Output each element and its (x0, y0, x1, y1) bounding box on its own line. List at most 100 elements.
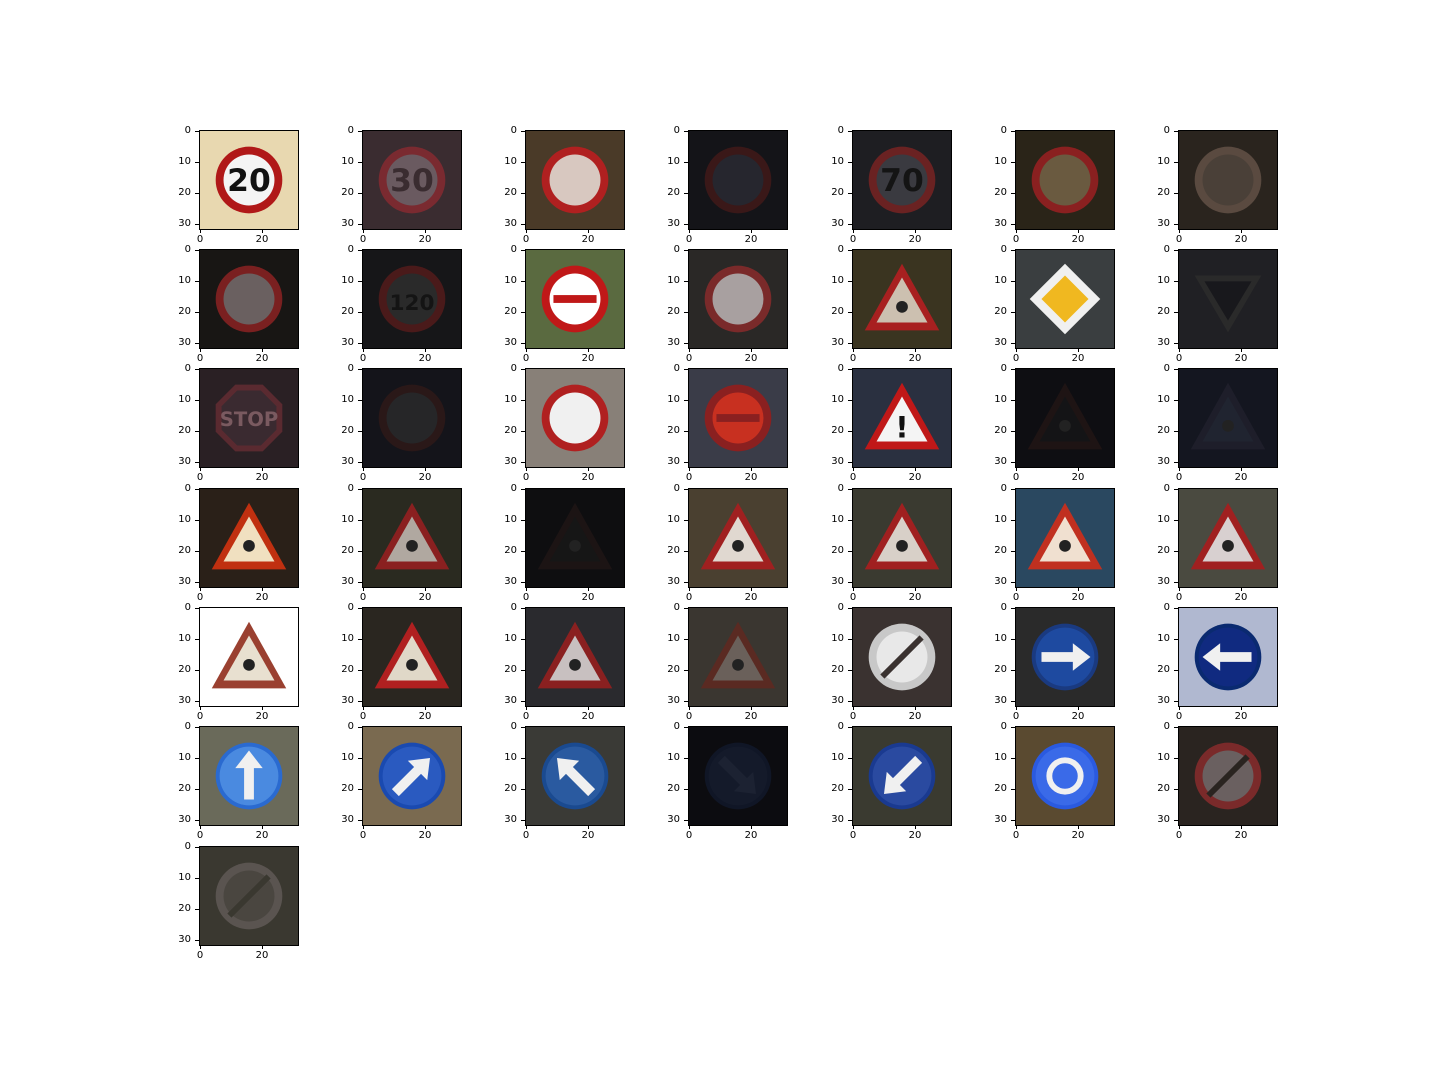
y-tick-label: 0 (334, 483, 362, 494)
y-tick-label: 10 (987, 752, 1015, 763)
sign-image (362, 368, 462, 468)
y-tick-label: 20 (987, 187, 1015, 198)
sign-thumbnail: STOP (199, 368, 299, 468)
y-tick-label: 30 (1150, 695, 1178, 706)
x-tick-label: 0 (353, 467, 373, 483)
sign-image (525, 488, 625, 588)
x-tick-label: 0 (1169, 467, 1189, 483)
x-tick-label: 20 (1231, 348, 1251, 364)
y-tick-label: 10 (171, 872, 199, 883)
y-tick-label: 30 (334, 337, 362, 348)
x-tick-label: 0 (843, 706, 863, 722)
x-tick-label: 0 (679, 348, 699, 364)
sign-image (1178, 488, 1278, 588)
sign-thumbnail (688, 607, 788, 707)
sign-thumbnail (1178, 130, 1278, 230)
sign-image (1178, 607, 1278, 707)
y-tick-label: 10 (824, 275, 852, 286)
y-tick-label: 0 (497, 244, 525, 255)
y-tick-label: 30 (987, 814, 1015, 825)
sign-thumbnail (1178, 249, 1278, 349)
x-tick-label: 0 (1006, 467, 1026, 483)
svg-text:STOP: STOP (220, 408, 279, 431)
sign-thumbnail (362, 607, 462, 707)
y-tick-label: 20 (660, 783, 688, 794)
x-tick-label: 0 (516, 348, 536, 364)
y-tick-label: 0 (824, 125, 852, 136)
y-tick-label: 10 (1150, 514, 1178, 525)
x-tick-label: 20 (415, 348, 435, 364)
x-tick-label: 20 (415, 706, 435, 722)
sign-thumbnail (852, 249, 952, 349)
x-tick-label: 0 (1169, 348, 1189, 364)
y-tick-label: 20 (824, 664, 852, 675)
x-tick-label: 0 (1006, 825, 1026, 841)
sign-image: 120 (362, 249, 462, 349)
y-tick-label: 0 (1150, 125, 1178, 136)
y-tick-label: 0 (334, 244, 362, 255)
y-tick-label: 20 (660, 425, 688, 436)
y-tick-label: 20 (1150, 545, 1178, 556)
y-tick-label: 10 (334, 156, 362, 167)
sign-thumbnail (1015, 488, 1115, 588)
y-tick-label: 20 (660, 545, 688, 556)
x-tick-label: 20 (905, 229, 925, 245)
y-tick-label: 10 (824, 752, 852, 763)
x-tick-label: 0 (679, 587, 699, 603)
sign-thumbnail (199, 249, 299, 349)
sign-image (199, 846, 299, 946)
y-tick-label: 20 (334, 425, 362, 436)
y-tick-label: 20 (334, 545, 362, 556)
y-tick-label: 10 (987, 275, 1015, 286)
y-tick-label: 20 (497, 664, 525, 675)
x-tick-label: 0 (516, 467, 536, 483)
y-tick-label: 0 (824, 721, 852, 732)
y-tick-label: 0 (334, 602, 362, 613)
x-tick-label: 0 (1006, 587, 1026, 603)
y-tick-label: 0 (824, 483, 852, 494)
sign-thumbnail: 70 (852, 130, 952, 230)
y-tick-label: 10 (824, 394, 852, 405)
y-tick-label: 10 (987, 156, 1015, 167)
sign-image (1178, 368, 1278, 468)
y-tick-label: 20 (334, 187, 362, 198)
y-tick-label: 10 (497, 752, 525, 763)
y-tick-label: 20 (660, 664, 688, 675)
y-tick-label: 10 (334, 394, 362, 405)
x-tick-label: 20 (741, 467, 761, 483)
y-tick-label: 0 (171, 721, 199, 732)
y-tick-label: 10 (987, 633, 1015, 644)
y-tick-label: 20 (171, 306, 199, 317)
y-tick-label: 20 (660, 187, 688, 198)
y-tick-label: 20 (660, 306, 688, 317)
y-tick-label: 30 (1150, 576, 1178, 587)
y-tick-label: 10 (497, 514, 525, 525)
y-tick-label: 30 (660, 337, 688, 348)
y-tick-label: 30 (660, 218, 688, 229)
y-tick-label: 0 (660, 721, 688, 732)
y-tick-label: 20 (171, 664, 199, 675)
x-tick-label: 20 (741, 825, 761, 841)
sign-image (199, 726, 299, 826)
x-tick-label: 0 (516, 825, 536, 841)
y-tick-label: 20 (1150, 783, 1178, 794)
x-tick-label: 20 (252, 825, 272, 841)
y-tick-label: 30 (171, 218, 199, 229)
x-tick-label: 20 (1068, 229, 1088, 245)
sign-image: STOP (199, 368, 299, 468)
sign-image (852, 488, 952, 588)
x-tick-label: 20 (741, 348, 761, 364)
sign-thumbnail (525, 130, 625, 230)
sign-image (1015, 368, 1115, 468)
x-tick-label: 20 (578, 825, 598, 841)
sign-thumbnail (199, 726, 299, 826)
sign-image (362, 726, 462, 826)
svg-text:120: 120 (390, 291, 435, 316)
y-tick-label: 0 (660, 363, 688, 374)
sign-image (525, 607, 625, 707)
x-tick-label: 0 (190, 945, 210, 961)
x-tick-label: 0 (190, 825, 210, 841)
x-tick-label: 20 (252, 706, 272, 722)
y-tick-label: 30 (171, 456, 199, 467)
x-tick-label: 20 (1068, 467, 1088, 483)
